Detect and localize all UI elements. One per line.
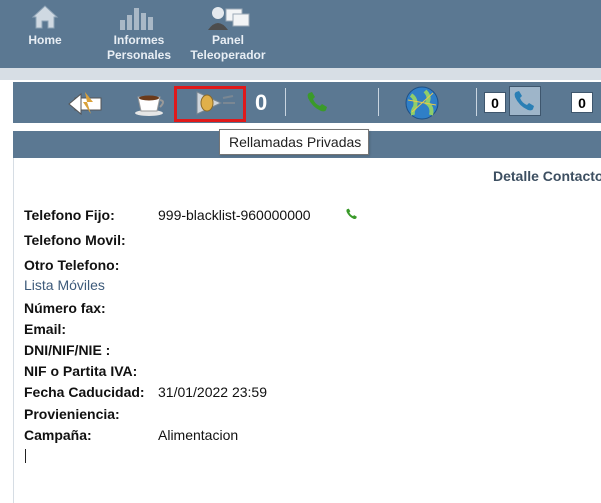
dni-label: DNI/NIF/NIE :	[24, 342, 111, 358]
otro-telefono-label: Otro Telefono:	[24, 257, 120, 273]
telefono-fijo-label: Telefono Fijo:	[24, 207, 115, 223]
phone-icon	[307, 92, 327, 112]
private-recall-count: 0	[255, 90, 268, 115]
text-caret	[25, 449, 26, 463]
operator-icon	[208, 7, 250, 30]
phone-counter-button[interactable]	[509, 86, 541, 116]
back-icon	[68, 92, 102, 116]
top-navigation: Home Informes Personales Panel Teleopera…	[0, 0, 601, 68]
nif-label: NIF o Partita IVA:	[24, 363, 138, 379]
provieniencia-label: Provieniencia:	[24, 406, 120, 422]
telefono-fijo-value: 999-blacklist-960000000	[158, 207, 311, 223]
nav-informes-personales[interactable]: Informes Personales	[104, 0, 174, 63]
phone-counter-icon	[514, 91, 534, 111]
bar-chart-icon	[120, 8, 153, 30]
coffee-break-icon	[135, 95, 164, 116]
nav-informes-label-2: Personales	[106, 48, 172, 62]
nav-home[interactable]: Home	[22, 0, 68, 48]
detail-title: Detalle Contacto	[493, 168, 601, 184]
campana-label: Campaña:	[24, 427, 92, 443]
lista-moviles-link[interactable]: Lista Móviles	[24, 277, 105, 293]
highlight-box	[174, 86, 246, 122]
back-button[interactable]	[67, 88, 107, 123]
toolbar-divider	[476, 88, 477, 116]
email-label: Email:	[24, 321, 67, 337]
nav-panel-label-1: Panel	[211, 33, 244, 47]
home-icon	[31, 5, 59, 29]
nav-informes-label-1: Informes	[113, 33, 165, 47]
toolbar-divider	[378, 88, 379, 116]
counter-box-b: 0	[571, 92, 593, 113]
globe-button[interactable]	[403, 85, 441, 126]
agent-toolbar: 0 0 0	[13, 82, 601, 123]
coffee-break-button[interactable]	[133, 89, 169, 122]
telefono-movil-label: Telefono Movil:	[24, 232, 126, 248]
fecha-caducidad-value: 31/01/2022 23:59	[158, 384, 267, 400]
phone-button[interactable]	[305, 90, 331, 119]
counter-box-a: 0	[484, 92, 506, 113]
numero-fax-label: Número fax:	[24, 300, 106, 316]
tooltip: Rellamadas Privadas	[219, 129, 369, 155]
phone-icon[interactable]	[345, 207, 359, 221]
nav-panel-teleoperador[interactable]: Panel Teleoperador	[188, 0, 268, 63]
globe-icon	[405, 86, 439, 120]
campana-value: Alimentacion	[158, 427, 239, 443]
toolbar-divider	[285, 88, 286, 116]
nav-panel-label-2: Teleoperador	[190, 48, 266, 62]
fecha-caducidad-label: Fecha Caducidad:	[24, 384, 145, 400]
nav-home-label: Home	[28, 33, 62, 47]
separator-band	[0, 68, 601, 80]
